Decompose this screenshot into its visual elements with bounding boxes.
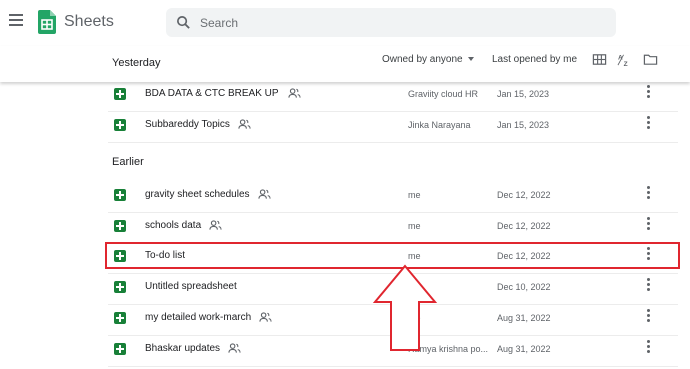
- file-last-opened-date: Dec 12, 2022: [497, 221, 551, 231]
- file-owner: me: [408, 190, 421, 200]
- search-bar[interactable]: [166, 8, 616, 37]
- file-row[interactable]: schools data me Dec 12, 2022: [108, 213, 678, 244]
- search-input[interactable]: [200, 8, 600, 37]
- sheets-file-icon: [114, 312, 126, 324]
- file-owner: Ramya krishna po...: [408, 344, 489, 354]
- sheets-file-icon: [114, 220, 126, 232]
- folder-icon[interactable]: [643, 52, 658, 67]
- sort-az-icon[interactable]: A Z: [617, 52, 632, 67]
- section-heading-earlier: Earlier: [112, 156, 144, 168]
- svg-text:Z: Z: [624, 61, 628, 67]
- file-name: Untitled spreadsheet: [145, 281, 237, 292]
- file-name: Subbareddy Topics: [145, 119, 230, 130]
- file-last-opened-date: Jan 15, 2023: [497, 89, 550, 99]
- file-owner: me: [408, 221, 421, 231]
- shared-people-icon: [288, 88, 301, 98]
- sheets-logo-icon[interactable]: [38, 10, 56, 34]
- file-last-opened-date: Dec 12, 2022: [497, 190, 551, 200]
- file-name: my detailed work-march: [145, 312, 252, 323]
- sheets-file-icon: [114, 88, 126, 100]
- more-options-icon[interactable]: [645, 186, 651, 202]
- more-options-icon[interactable]: [645, 85, 651, 101]
- file-row[interactable]: gravity sheet schedules me Dec 12, 2022: [108, 182, 678, 213]
- list-header-bar: [0, 46, 690, 82]
- shared-people-icon: [228, 343, 241, 353]
- file-last-opened-date: Dec 10, 2022: [497, 282, 551, 292]
- search-icon[interactable]: [176, 15, 191, 30]
- sheets-file-icon: [114, 189, 126, 201]
- file-last-opened-date: Aug 31, 2022: [497, 313, 551, 323]
- file-last-opened-date: Aug 31, 2022: [497, 344, 551, 354]
- owner-filter-dropdown[interactable]: Owned by anyone: [382, 54, 474, 65]
- sheets-file-icon: [114, 119, 126, 131]
- file-name: Bhaskar updates: [145, 343, 221, 354]
- shared-people-icon: [238, 119, 251, 129]
- top-bar: Sheets: [0, 0, 690, 46]
- grid-view-icon[interactable]: [592, 52, 607, 67]
- sheets-file-icon: [114, 281, 126, 293]
- file-owner: me: [408, 282, 421, 292]
- more-options-icon[interactable]: [645, 278, 651, 294]
- highlight-box: [105, 242, 680, 269]
- file-row[interactable]: BDA DATA & CTC BREAK UP Graviity cloud HR…: [108, 81, 678, 112]
- owner-filter-label: Owned by anyone: [382, 54, 463, 65]
- more-options-icon[interactable]: [645, 217, 651, 233]
- file-last-opened-date: Jan 15, 2023: [497, 120, 550, 130]
- caret-down-icon: [467, 57, 474, 62]
- file-name: gravity sheet schedules: [145, 189, 250, 200]
- more-options-icon[interactable]: [645, 309, 651, 325]
- file-owner: Jinka Narayana: [408, 120, 471, 130]
- shared-people-icon: [257, 189, 271, 199]
- more-options-icon[interactable]: [645, 116, 651, 132]
- file-name: BDA DATA & CTC BREAK UP: [145, 88, 279, 99]
- sort-button[interactable]: Last opened by me: [492, 54, 577, 65]
- file-name: schools data: [145, 220, 202, 231]
- file-row[interactable]: my detailed work-march me Aug 31, 2022: [108, 305, 678, 336]
- main-menu-icon[interactable]: [9, 14, 23, 26]
- shared-people-icon: [259, 312, 272, 322]
- file-row[interactable]: Subbareddy Topics Jinka Narayana Jan 15, 2…: [108, 112, 678, 143]
- file-owner: Graviity cloud HR: [408, 89, 479, 99]
- shared-people-icon: [209, 220, 222, 230]
- more-options-icon[interactable]: [645, 340, 651, 356]
- app-title: Sheets: [64, 13, 114, 30]
- section-heading-yesterday: Yesterday: [112, 57, 161, 69]
- file-owner: me: [408, 313, 421, 323]
- sheets-file-icon: [114, 343, 126, 355]
- file-row[interactable]: Untitled spreadsheet me Dec 10, 2022: [108, 274, 678, 305]
- file-row[interactable]: Bhaskar updates Ramya krishna po... Aug 31…: [108, 336, 678, 367]
